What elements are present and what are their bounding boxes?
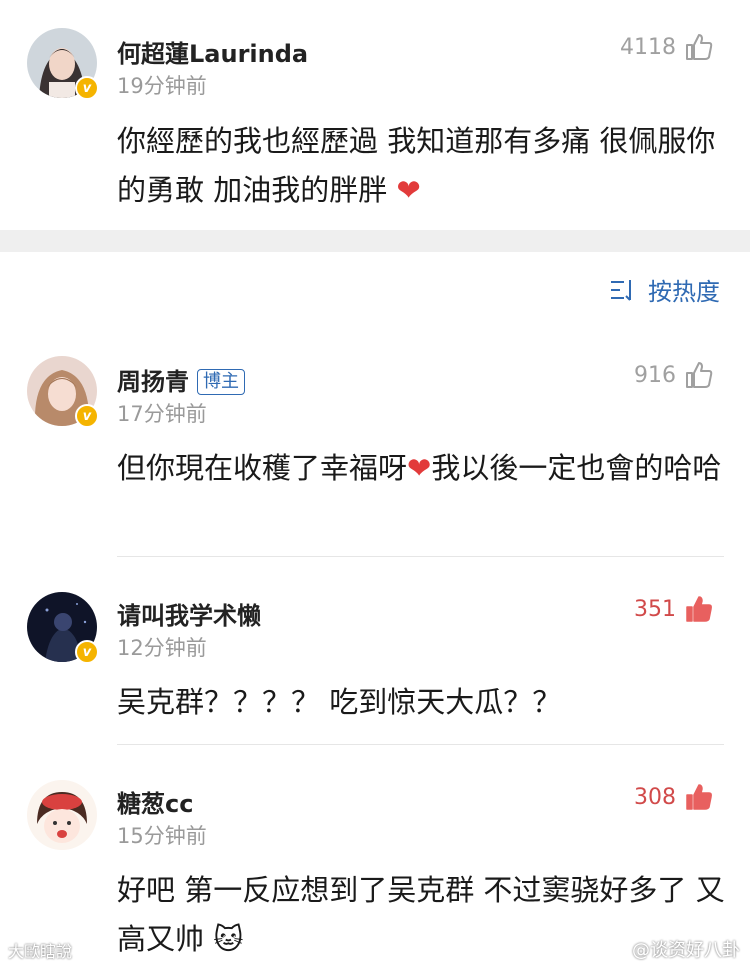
like-button[interactable]: 4118 — [620, 32, 714, 62]
watermark-left: 大歐瞎說 — [8, 942, 73, 961]
like-button[interactable]: 916 — [634, 360, 714, 390]
comment-text: 你經歷的我也經歷過 我知道那有多痛 很佩服你的勇敢 加油我的胖胖 ❤ — [117, 124, 716, 207]
heart-emoji-icon: ❤ — [407, 451, 432, 485]
cat-emoji-icon: 🐱 — [213, 922, 244, 956]
username[interactable]: 周扬青 博主 — [117, 362, 245, 397]
avatar[interactable]: v — [27, 28, 99, 100]
avatar[interactable] — [27, 780, 97, 850]
like-count: 4118 — [620, 34, 676, 60]
blogger-badge: 博主 — [197, 369, 245, 395]
verified-badge-icon: v — [75, 640, 99, 664]
like-button[interactable]: 351 — [634, 594, 714, 624]
avatar[interactable]: v — [27, 592, 99, 664]
like-count: 916 — [634, 362, 676, 388]
timestamp: 19分钟前 — [117, 74, 207, 98]
username[interactable]: 糖葱cc — [117, 784, 193, 819]
verified-badge-icon: v — [75, 404, 99, 428]
username[interactable]: 请叫我学术懒 — [117, 596, 261, 631]
comment-text: 但你現在收穫了幸福呀❤我以後一定也會的哈哈 — [117, 451, 722, 485]
divider — [117, 556, 724, 557]
watermark-right: @谈资好八卦 — [632, 940, 740, 961]
section-divider — [0, 230, 750, 252]
like-count: 308 — [634, 784, 676, 810]
like-button[interactable]: 308 — [634, 782, 714, 812]
thumbs-up-icon — [686, 362, 713, 388]
sort-label: 按热度 — [648, 278, 720, 306]
timestamp: 12分钟前 — [117, 636, 207, 660]
divider — [117, 744, 724, 745]
thumbs-up-filled-icon — [686, 596, 712, 622]
comment-text: 吴克群？？？？ 吃到惊天大瓜？？ — [117, 685, 562, 719]
heart-emoji-icon: ❤ — [396, 173, 421, 207]
sort-icon — [611, 279, 631, 301]
timestamp: 17分钟前 — [117, 402, 207, 426]
avatar[interactable]: v — [27, 356, 99, 428]
username[interactable]: 何超蓮Laurinda — [117, 34, 308, 69]
like-count: 351 — [634, 596, 676, 622]
sort-button[interactable]: 按热度 — [608, 272, 720, 307]
verified-badge-icon: v — [75, 76, 99, 100]
timestamp: 15分钟前 — [117, 824, 207, 848]
thumbs-up-icon — [686, 34, 713, 60]
thumbs-up-filled-icon — [686, 784, 712, 810]
